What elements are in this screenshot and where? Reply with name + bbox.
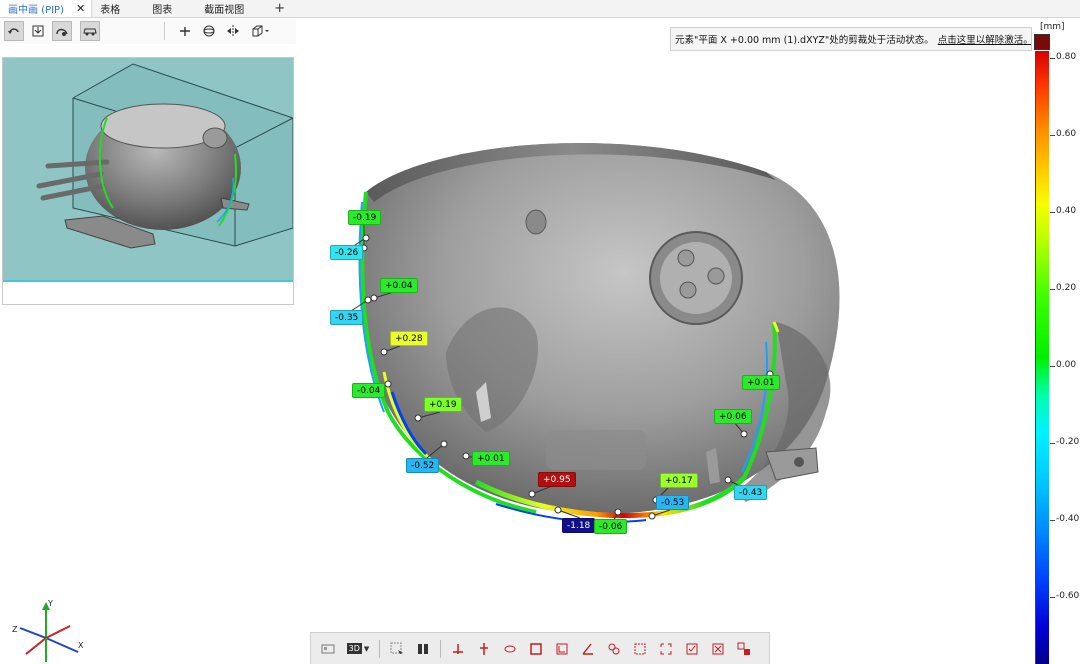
deviation-label[interactable]: +0.01 — [742, 375, 780, 390]
scale-tick — [1050, 520, 1055, 521]
deviation-label[interactable]: -0.04 — [352, 383, 386, 398]
link-icon[interactable] — [500, 639, 520, 659]
scale-tick-label: 0.80 — [1056, 52, 1077, 62]
angle-icon[interactable] — [578, 639, 598, 659]
deviation-label[interactable]: -0.35 — [330, 310, 364, 325]
scale-tick — [1050, 366, 1055, 367]
bottom-toolbar: 3D ▼ — [310, 632, 770, 664]
deviation-label[interactable]: -0.06 — [594, 519, 628, 534]
deviation-label[interactable]: -0.52 — [406, 458, 440, 473]
grid-view-icon[interactable] — [318, 639, 338, 659]
mirror-icon[interactable] — [223, 21, 243, 41]
view-icon[interactable] — [52, 21, 72, 41]
view-mode-label: 3D — [346, 643, 362, 654]
scale-tick — [1050, 289, 1055, 290]
deviation-point-icon[interactable] — [474, 639, 494, 659]
axis-triad: Y Z X — [8, 598, 88, 664]
deviation-label[interactable]: -0.26 — [330, 245, 364, 260]
deviation-label[interactable]: -0.53 — [656, 495, 690, 510]
clipping-message-text: 元素"平面 X +0.00 mm (1).dXYZ"处的剪裁处于活动状态。 — [675, 35, 934, 46]
car-icon[interactable] — [80, 21, 100, 41]
grid-points-icon[interactable] — [630, 639, 650, 659]
scale-unit: [mm] — [1040, 22, 1065, 32]
close-icon[interactable]: ✕ — [76, 2, 85, 15]
toolbar-separator — [164, 22, 165, 40]
main-3d-viewport[interactable]: -0.19 -0.26 +0.04 -0.35 +0.28 -0.04 +0.1… — [296, 52, 1030, 632]
cube-icon[interactable] — [247, 21, 273, 41]
tab-table-label: 表格 — [100, 5, 121, 16]
deviation-label[interactable]: +0.28 — [390, 331, 428, 346]
clipping-message: 元素"平面 X +0.00 mm (1).dXYZ"处的剪裁处于活动状态。 点击… — [670, 27, 1032, 51]
multi-select-icon[interactable] — [734, 639, 754, 659]
deviation-label[interactable]: +0.06 — [714, 409, 752, 424]
axis-z-label: Z — [12, 625, 18, 634]
tab-pip-label: 画中画 (PIP) — [8, 5, 64, 16]
corner-icon[interactable] — [552, 639, 572, 659]
import-icon[interactable] — [28, 21, 48, 41]
axis-y-label: Y — [47, 599, 53, 608]
tab-pip[interactable]: 画中画 (PIP) ✕ — [0, 0, 93, 17]
scale-tick-label: -0.20 — [1056, 437, 1080, 447]
deviation-label[interactable]: +0.95 — [538, 472, 576, 487]
deviation-label[interactable]: +0.01 — [472, 451, 510, 466]
scale-tick-label: -0.40 — [1056, 514, 1080, 524]
scale-tick-label: 0.00 — [1056, 360, 1077, 370]
deactivate-link[interactable]: 点击这里以解除激活。 — [938, 32, 1031, 46]
deviation-label[interactable]: -0.19 — [348, 210, 382, 225]
delete-icon[interactable] — [708, 639, 728, 659]
deviation-label[interactable]: -0.43 — [734, 485, 768, 500]
frame-icon[interactable] — [526, 639, 546, 659]
scale-tick-label: -0.60 — [1056, 591, 1080, 601]
chain-icon[interactable] — [604, 639, 624, 659]
deviation-label[interactable]: +0.17 — [660, 473, 698, 488]
rotate-icon[interactable] — [4, 21, 24, 41]
tab-bar: 画中画 (PIP) ✕ 表格 图表 截面视图 + — [0, 0, 1080, 18]
scale-tick — [1050, 58, 1055, 59]
deviation-label[interactable]: -1.18 — [562, 518, 596, 533]
select-icon[interactable] — [387, 639, 407, 659]
add-tab-button[interactable]: + — [266, 0, 293, 17]
chevron-down-icon: ▼ — [363, 644, 370, 653]
scale-tick-label: 0.60 — [1056, 129, 1077, 139]
app-window: 画中画 (PIP) ✕ 表格 图表 截面视图 + 元素"平面 X +0.00 m… — [0, 0, 1080, 664]
scale-tick-label: 0.20 — [1056, 283, 1077, 293]
checklist-icon[interactable] — [682, 639, 702, 659]
deviation-label[interactable]: +0.04 — [380, 278, 418, 293]
tab-section-view-label: 截面视图 — [204, 5, 245, 16]
tab-chart-label: 图表 — [152, 5, 173, 16]
tab-section-view[interactable]: 截面视图 — [182, 0, 254, 17]
scale-tick-label: 0.40 — [1056, 206, 1077, 216]
bounding-box-icon[interactable] — [656, 639, 676, 659]
columns-icon[interactable] — [413, 639, 433, 659]
pip-toolbar — [0, 18, 296, 44]
toolbar-separator — [440, 639, 441, 658]
split-icon[interactable] — [175, 21, 195, 41]
pip-panel — [2, 57, 294, 305]
point-icon[interactable] — [448, 639, 468, 659]
pip-viewport[interactable] — [3, 58, 293, 282]
view-mode-dropdown[interactable]: 3D ▼ — [344, 639, 372, 659]
scale-tick — [1050, 443, 1055, 444]
scale-overflow-swatch — [1034, 34, 1050, 50]
color-scale-bar[interactable] — [1035, 51, 1049, 664]
tab-chart[interactable]: 图表 — [130, 0, 182, 17]
tab-table[interactable]: 表格 — [92, 0, 130, 17]
axis-x-label: X — [78, 641, 84, 650]
deviation-label[interactable]: +0.19 — [424, 397, 462, 412]
scale-tick — [1050, 212, 1055, 213]
toolbar-separator — [379, 639, 380, 658]
sphere-icon[interactable] — [199, 21, 219, 41]
scale-tick — [1050, 597, 1055, 598]
scale-tick — [1050, 135, 1055, 136]
